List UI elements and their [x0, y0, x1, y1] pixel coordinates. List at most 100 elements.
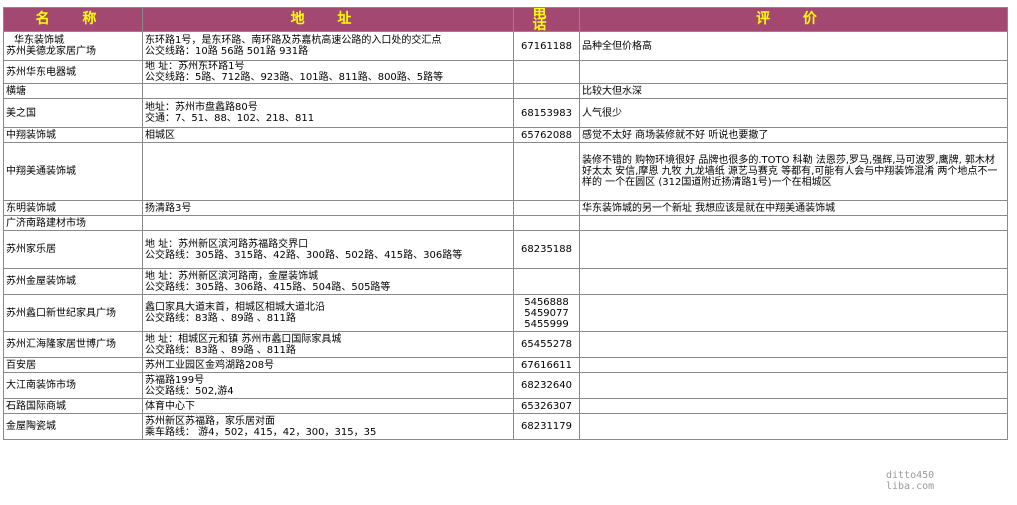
store-name-cell-line: 苏州家乐居: [6, 244, 56, 255]
address-cell-line: 公交线路：5路、712路、923路、101路、811路、800路、5路等: [145, 72, 444, 83]
address-cell-line: 公交路线：83路 、89路 、811路: [145, 344, 296, 356]
review-cell: 比较大但水深: [579, 83, 1008, 99]
review-cell: [579, 294, 1008, 332]
address-cell: 地 址：苏州新区滨河路苏福路交界口 公交路线：305路、315路、42路、300路…: [142, 230, 514, 269]
phone-cell-line: 68153983: [521, 107, 572, 119]
header-address: 地 址: [142, 7, 514, 32]
header-phone: 电 话: [513, 7, 580, 32]
store-name-cell-line: 中翔美通装饰城: [6, 166, 76, 177]
table-row: 石路国际商城 体育中心下 65326307: [3, 398, 1008, 414]
store-name-cell: 石路国际商城: [3, 398, 143, 414]
review-cell-line: 比较大但水深: [582, 85, 642, 97]
phone-cell-line: 5455999: [524, 318, 569, 330]
address-cell-line: 公交路线：502,游4: [145, 385, 234, 397]
store-name-cell-line: 美之国: [6, 107, 36, 119]
phone-cell-line: 65455278: [521, 339, 572, 350]
store-name-cell-line: 广济南路建材市场: [6, 217, 86, 229]
address-cell-line: 苏福路199号: [145, 374, 205, 386]
review-cell: 人气很少: [579, 98, 1008, 128]
address-cell-line: 体育中心下: [145, 400, 195, 412]
store-table: 名 称 地 址 电 话 评 价 华东装饰城 苏州美德龙家居广场 东环路1号，是东环路…: [3, 7, 1008, 440]
address-cell-line: 地 址：苏州东环路1号: [145, 61, 245, 73]
table-row: 苏州汇海隆家居世博广场 地 址：相城区元和镇 苏州市蠡口国际家具城 公交路线：83路…: [3, 331, 1008, 358]
address-cell: [142, 142, 514, 201]
phone-cell: 68235188: [513, 230, 580, 269]
address-cell-line: 相城区: [145, 129, 175, 141]
store-name-cell-line: 苏州金屋装饰城: [6, 276, 76, 287]
store-name-cell-line: 百安居: [6, 359, 36, 371]
phone-cell: [513, 200, 580, 216]
address-cell-line: 东环路1号，是东环路、南环路及苏嘉杭高速公路的入口处的交汇点: [145, 35, 442, 46]
address-cell-line: 交通：7、51、88、102、218、811: [145, 113, 315, 124]
store-name-cell-line: 苏州华东电器城: [6, 66, 76, 78]
watermark-line2: liba.com: [886, 481, 935, 492]
phone-cell: 67161188: [513, 31, 580, 61]
address-cell-line: 地 址：苏州新区滨河路南，金屋装饰城: [145, 270, 319, 282]
phone-cell-line: 68232640: [521, 380, 572, 391]
review-cell-line: 人气很少: [582, 107, 622, 119]
phone-cell: 65762088: [513, 127, 580, 143]
address-cell: 苏州工业园区金鸡湖路208号: [142, 357, 514, 373]
address-cell: 地 址：苏州东环路1号 公交线路：5路、712路、923路、101路、811路、8…: [142, 60, 514, 84]
address-cell: [142, 215, 514, 231]
store-name-cell: 大江南装饰市场: [3, 372, 143, 399]
address-cell-line: 公交线路：10路 56路 501路 931路: [145, 46, 309, 57]
table-row: 美之国 地址：苏州市盘蠡路80号 交通：7、51、88、102、218、811 681…: [3, 98, 1008, 128]
header-name: 名 称: [3, 7, 143, 32]
phone-cell-line: 65762088: [521, 129, 572, 141]
address-cell-line: 公交路线：305路、306路、415路、504路、505路等: [145, 281, 391, 293]
phone-cell: 68231179: [513, 413, 580, 440]
store-name-cell: 金屋陶瓷城: [3, 413, 143, 440]
store-name-cell-line: 华东装饰城: [14, 35, 64, 46]
address-cell-line: 公交路线：305路、315路、42路、300路、502路、415路、306路等: [145, 249, 463, 261]
phone-cell: [513, 215, 580, 231]
store-name-cell: 苏州汇海隆家居世博广场: [3, 331, 143, 358]
store-name-cell: 苏州华东电器城: [3, 60, 143, 84]
address-cell: 体育中心下: [142, 398, 514, 414]
review-cell: 华东装饰城的另一个新址 我想应该是就在中翔美通装饰城: [579, 200, 1008, 216]
address-cell-line: 地 址：相城区元和镇 苏州市蠡口国际家具城: [145, 333, 342, 345]
store-name-cell: 广济南路建材市场: [3, 215, 143, 231]
address-cell: [142, 83, 514, 99]
review-cell-line: 感觉不太好 商场装修就不好 听说也要撤了: [582, 129, 769, 141]
phone-cell: 68153983: [513, 98, 580, 128]
address-cell-line: 扬清路3号: [145, 202, 192, 214]
store-name-cell-line: 苏州美德龙家居广场: [6, 46, 96, 57]
review-cell: 装修不错的 购物环境很好 品牌也很多的.TOTO 科勒 法恩莎,罗马,强辉,马可…: [579, 142, 1008, 201]
table-row: 中翔装饰城 相城区 65762088 感觉不太好 商场装修就不好 听说也要撤了: [3, 127, 1008, 143]
phone-cell: [513, 268, 580, 295]
address-cell-line: 苏州工业园区金鸡湖路208号: [145, 359, 275, 371]
store-name-cell-line: 中翔装饰城: [6, 129, 56, 141]
store-name-cell-line: 石路国际商城: [6, 400, 66, 412]
phone-cell-line: 5459077: [524, 307, 569, 319]
store-name-cell: 苏州金屋装饰城: [3, 268, 143, 295]
table-row: 苏州华东电器城 地 址：苏州东环路1号 公交线路：5路、712路、923路、101路…: [3, 60, 1008, 84]
address-cell-line: 地址：苏州市盘蠡路80号: [145, 102, 258, 113]
address-cell-line: 公交路线：83路 、89路 、811路: [145, 313, 296, 324]
store-name-cell-line: 苏州汇海隆家居世博广场: [6, 339, 116, 350]
review-cell: [579, 230, 1008, 269]
watermark-line1: ditto450: [886, 470, 935, 481]
phone-cell: 67616611: [513, 357, 580, 373]
phone-cell: 65326307: [513, 398, 580, 414]
review-cell-line: 品种全但价格高: [582, 40, 652, 52]
table-row: 苏州蠡口新世纪家具广场 蠡口家具大道末首，相城区相城大道北沿 公交路线：83路 、8…: [3, 294, 1008, 332]
address-cell-line: 苏州新区苏福路，家乐居对面: [145, 415, 275, 427]
phone-cell-line: 67161188: [521, 40, 572, 52]
phone-cell-line: 5456888: [524, 296, 569, 308]
review-cell: 品种全但价格高: [579, 31, 1008, 61]
phone-cell: [513, 142, 580, 201]
phone-cell-line: 67616611: [521, 359, 572, 371]
phone-cell-line: 68231179: [521, 421, 572, 432]
address-cell: 苏州新区苏福路，家乐居对面 乘车路线： 游4，502，415，42，300，315…: [142, 413, 514, 440]
review-cell: 感觉不太好 商场装修就不好 听说也要撤了: [579, 127, 1008, 143]
review-cell: [579, 398, 1008, 414]
address-cell-line: 乘车路线： 游4，502，415，42，300，315，35: [145, 426, 377, 438]
phone-cell: 65455278: [513, 331, 580, 358]
table-row: 华东装饰城 苏州美德龙家居广场 东环路1号，是东环路、南环路及苏嘉杭高速公路的入口处…: [3, 31, 1008, 61]
watermark: ditto450 liba.com: [886, 470, 934, 492]
address-cell: 地 址：苏州新区滨河路南，金屋装饰城 公交路线：305路、306路、415路、50…: [142, 268, 514, 295]
table-row: 东明装饰城 扬清路3号 华东装饰城的另一个新址 我想应该是就在中翔美通装饰城: [3, 200, 1008, 216]
store-name-cell-line: 苏州蠡口新世纪家具广场: [6, 307, 116, 319]
header-review: 评 价: [579, 7, 1008, 32]
